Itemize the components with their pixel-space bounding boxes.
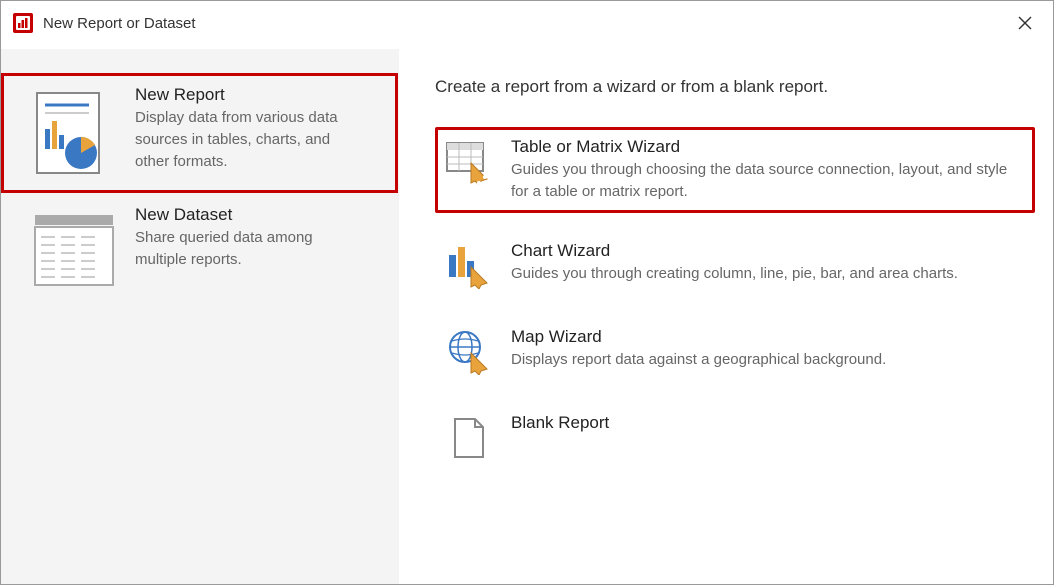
close-icon bbox=[1018, 16, 1032, 30]
option-text: Blank Report bbox=[511, 413, 609, 461]
dialog-body: New Report Display data from various dat… bbox=[1, 49, 1053, 584]
option-map-wizard[interactable]: Map Wizard Displays report data against … bbox=[435, 317, 1035, 385]
sidebar-item-title: New Dataset bbox=[135, 205, 355, 225]
titlebar: New Report or Dataset bbox=[1, 1, 1053, 49]
option-text: Chart Wizard Guides you through creating… bbox=[511, 241, 958, 289]
option-chart-wizard[interactable]: Chart Wizard Guides you through creating… bbox=[435, 231, 1035, 299]
sidebar-item-title: New Report bbox=[135, 85, 355, 105]
option-title: Chart Wizard bbox=[511, 241, 958, 261]
dialog-window: New Report or Dataset bbox=[0, 0, 1054, 585]
new-dataset-icon bbox=[31, 211, 117, 297]
option-title: Blank Report bbox=[511, 413, 609, 433]
new-report-icon bbox=[31, 91, 117, 177]
main-panel: Create a report from a wizard or from a … bbox=[399, 49, 1053, 584]
map-wizard-icon bbox=[445, 329, 491, 375]
sidebar-item-new-dataset[interactable]: New Dataset Share queried data among mul… bbox=[1, 193, 398, 313]
option-desc: Displays report data against a geographi… bbox=[511, 349, 886, 371]
option-desc: Guides you through creating column, line… bbox=[511, 263, 958, 285]
window-title: New Report or Dataset bbox=[43, 15, 196, 32]
close-button[interactable] bbox=[1009, 7, 1041, 39]
main-heading: Create a report from a wizard or from a … bbox=[435, 77, 1035, 97]
sidebar-item-text: New Dataset Share queried data among mul… bbox=[135, 207, 355, 297]
report-builder-app-icon bbox=[13, 13, 33, 33]
sidebar-item-new-report[interactable]: New Report Display data from various dat… bbox=[1, 73, 398, 193]
sidebar-item-desc: Display data from various data sources i… bbox=[135, 107, 355, 172]
option-title: Map Wizard bbox=[511, 327, 886, 347]
options-list: Table or Matrix Wizard Guides you throug… bbox=[435, 127, 1035, 471]
option-desc: Guides you through choosing the data sou… bbox=[511, 159, 1023, 203]
sidebar-item-desc: Share queried data among multiple report… bbox=[135, 227, 355, 271]
sidebar: New Report Display data from various dat… bbox=[1, 49, 399, 584]
option-table-matrix-wizard[interactable]: Table or Matrix Wizard Guides you throug… bbox=[435, 127, 1035, 213]
option-text: Table or Matrix Wizard Guides you throug… bbox=[511, 137, 1023, 203]
option-text: Map Wizard Displays report data against … bbox=[511, 327, 886, 375]
blank-report-icon bbox=[445, 415, 491, 461]
table-matrix-wizard-icon bbox=[445, 139, 491, 185]
option-blank-report[interactable]: Blank Report bbox=[435, 403, 1035, 471]
chart-wizard-icon bbox=[445, 243, 491, 289]
option-title: Table or Matrix Wizard bbox=[511, 137, 1023, 157]
sidebar-item-text: New Report Display data from various dat… bbox=[135, 87, 355, 177]
